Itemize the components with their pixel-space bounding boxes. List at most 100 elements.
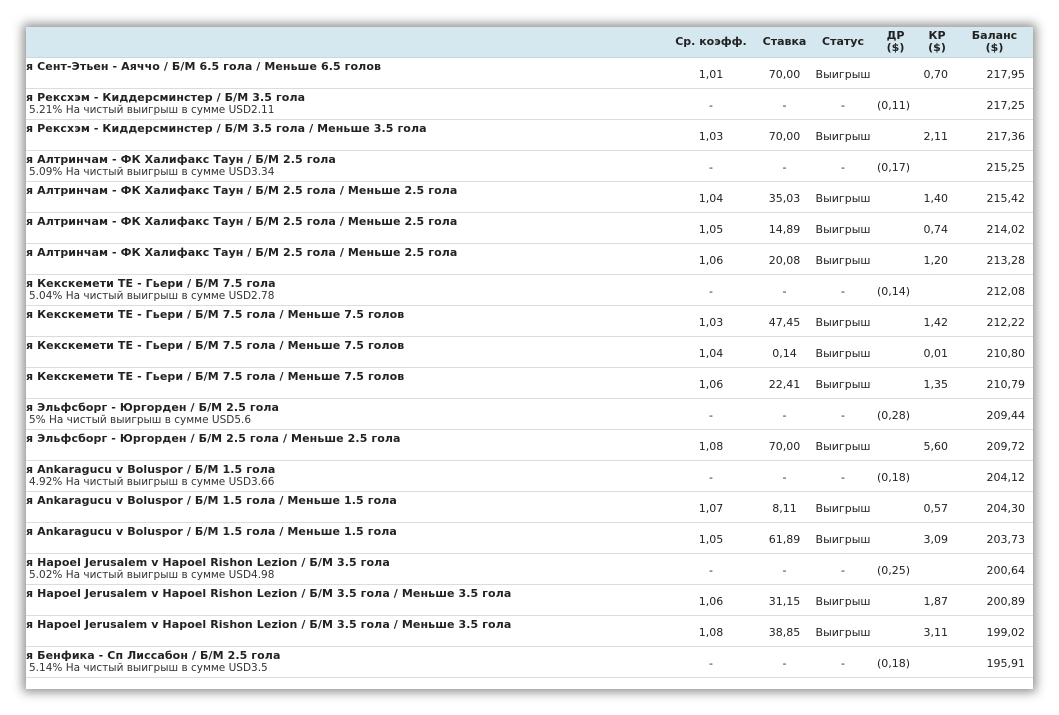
cell-balance: 195,91 (956, 646, 1033, 678)
cell-status: - (813, 274, 873, 306)
bet-title: я Алтринчам - ФК Халифакс Таун / Б/М 2.5… (26, 153, 336, 166)
cell-kr: 0,70 (918, 57, 956, 89)
cell-odds: 1,06 (666, 367, 756, 399)
header-dr[interactable]: ДР ($) (873, 27, 918, 58)
bet-description: я Сент-Этьен - Аяччо / Б/М 6.5 гола / Ме… (26, 57, 666, 89)
bet-title: я Hapoel Jerusalem v Hapoel Rishon Lezio… (26, 618, 512, 631)
cell-odds: 1,01 (666, 57, 756, 89)
bet-title: я Эльфсборг - Юргорден / Б/М 2.5 гола / … (26, 432, 401, 445)
cell-stake: - (756, 460, 813, 492)
cell-balance: 209,44 (956, 398, 1033, 430)
cell-status: - (813, 398, 873, 430)
table-row[interactable]: я Hapoel Jerusalem v Hapoel Rishon Lezio… (26, 584, 1033, 616)
table-row[interactable]: я Hapoel Jerusalem v Hapoel Rishon Lezio… (26, 615, 1033, 647)
table-row[interactable]: я Алтринчам - ФК Халифакс Таун / Б/М 2.5… (26, 181, 1033, 213)
cell-odds: 1,04 (666, 336, 756, 368)
cell-kr: 0,74 (918, 212, 956, 244)
table-row[interactable]: я Рексхэм - Киддерсминстер / Б/М 3.5 гол… (26, 88, 1033, 120)
cell-stake: 22,41 (756, 367, 813, 399)
header-status[interactable]: Статус (813, 27, 873, 58)
table-row[interactable]: я Кекскемети ТЕ - Гьери / Б/М 7.5 гола 5.… (26, 274, 1033, 306)
cell-dr (873, 57, 918, 89)
cell-balance: 209,72 (956, 429, 1033, 461)
cell-dr: (0,17) (873, 150, 918, 182)
bet-subtitle: 4.92% На чистый выигрыш в сумме USD3.66 (29, 476, 275, 488)
table-row[interactable]: я Эльфсборг - Юргорден / Б/М 2.5 гола 5% … (26, 398, 1033, 430)
table-row[interactable]: я Ankaragucu v Boluspor / Б/М 1.5 гола 4.… (26, 460, 1033, 492)
table-row[interactable]: я Ankaragucu v Boluspor / Б/М 1.5 гола /… (26, 522, 1033, 554)
bet-title: я Эльфсборг - Юргорден / Б/М 2.5 гола (26, 401, 280, 414)
table-row[interactable]: я Бенфика - Сп Лиссабон / Б/М 2.5 гола 5.… (26, 646, 1033, 678)
cell-odds: 1,06 (666, 584, 756, 616)
table-row[interactable]: я Кекскемети ТЕ - Гьери / Б/М 7.5 гола /… (26, 336, 1033, 368)
cell-stake: - (756, 88, 813, 120)
cell-stake: 70,00 (756, 119, 813, 151)
table-row[interactable]: я Алтринчам - ФК Халифакс Таун / Б/М 2.5… (26, 243, 1033, 275)
cell-kr: 1,35 (918, 367, 956, 399)
header-balance[interactable]: Баланс ($) (956, 27, 1033, 58)
bet-description: я Кекскемети ТЕ - Гьери / Б/М 7.5 гола /… (26, 336, 666, 368)
header-kr[interactable]: КР ($) (918, 27, 956, 58)
bet-description: я Эльфсборг - Юргорден / Б/М 2.5 гола / … (26, 429, 666, 461)
cell-balance: 217,25 (956, 88, 1033, 120)
cell-stake: 8,11 (756, 491, 813, 523)
cell-kr (918, 553, 956, 585)
cell-stake: 31,15 (756, 584, 813, 616)
bet-description: я Кекскемети ТЕ - Гьери / Б/М 7.5 гола /… (26, 367, 666, 399)
cell-stake: - (756, 646, 813, 678)
table-row[interactable]: я Эльфсборг - Юргорден / Б/М 2.5 гола / … (26, 429, 1033, 461)
bet-description: я Ankaragucu v Boluspor / Б/М 1.5 гола /… (26, 491, 666, 523)
cell-kr (918, 646, 956, 678)
cell-dr (873, 491, 918, 523)
cell-odds: - (666, 150, 756, 182)
table-row[interactable]: я Алтринчам - ФК Халифакс Таун / Б/М 2.5… (26, 212, 1033, 244)
cell-dr: (0,14) (873, 274, 918, 306)
cell-balance: 200,64 (956, 553, 1033, 585)
cell-status: - (813, 460, 873, 492)
cell-balance: 217,95 (956, 57, 1033, 89)
cell-balance: 204,12 (956, 460, 1033, 492)
table-row[interactable]: я Сент-Этьен - Аяччо / Б/М 6.5 гола / Ме… (26, 57, 1033, 89)
table-row[interactable]: я Кекскемети ТЕ - Гьери / Б/М 7.5 гола /… (26, 305, 1033, 337)
bet-title: я Бенфика - Сп Лиссабон / Б/М 2.5 гола (26, 649, 281, 662)
cell-odds: - (666, 398, 756, 430)
cell-status: - (813, 88, 873, 120)
cell-balance: 217,36 (956, 119, 1033, 151)
table-row[interactable]: я Hapoel Jerusalem v Hapoel Rishon Lezio… (26, 553, 1033, 585)
bet-description: я Алтринчам - ФК Халифакс Таун / Б/М 2.5… (26, 150, 666, 182)
table-row[interactable]: я Ankaragucu v Boluspor / Б/М 1.5 гола /… (26, 491, 1033, 523)
cell-balance: 212,08 (956, 274, 1033, 306)
cell-balance: 214,02 (956, 212, 1033, 244)
header-stake[interactable]: Ставка (756, 27, 813, 58)
table-row[interactable]: я Рексхэм - Киддерсминстер / Б/М 3.5 гол… (26, 119, 1033, 151)
cell-kr (918, 460, 956, 492)
cell-odds: 1,04 (666, 181, 756, 213)
cell-kr: 1,87 (918, 584, 956, 616)
cell-dr (873, 429, 918, 461)
cell-odds: - (666, 460, 756, 492)
bet-description: я Алтринчам - ФК Халифакс Таун / Б/М 2.5… (26, 243, 666, 275)
cell-stake: 35,03 (756, 181, 813, 213)
bet-description: я Кекскемети ТЕ - Гьери / Б/М 7.5 гола /… (26, 305, 666, 337)
bet-description: я Алтринчам - ФК Халифакс Таун / Б/М 2.5… (26, 212, 666, 244)
bet-description: я Алтринчам - ФК Халифакс Таун / Б/М 2.5… (26, 181, 666, 213)
cell-kr: 5,60 (918, 429, 956, 461)
cell-balance: 212,22 (956, 305, 1033, 337)
cell-balance: 204,30 (956, 491, 1033, 523)
table-row[interactable]: я Алтринчам - ФК Халифакс Таун / Б/М 2.5… (26, 150, 1033, 182)
bet-title: я Кекскемети ТЕ - Гьери / Б/М 7.5 гола (26, 277, 276, 290)
header-odds[interactable]: Ср. коэфф. (666, 27, 756, 58)
bet-title: я Кекскемети ТЕ - Гьери / Б/М 7.5 гола /… (26, 339, 405, 352)
cell-dr: (0,11) (873, 88, 918, 120)
cell-stake: 61,89 (756, 522, 813, 554)
bet-description: я Рексхэм - Киддерсминстер / Б/М 3.5 гол… (26, 88, 666, 120)
cell-odds: 1,08 (666, 429, 756, 461)
bet-title: я Кекскемети ТЕ - Гьери / Б/М 7.5 гола /… (26, 370, 405, 383)
bet-title: я Алтринчам - ФК Халифакс Таун / Б/М 2.5… (26, 184, 458, 197)
cell-kr (918, 88, 956, 120)
bet-title: я Сент-Этьен - Аяччо / Б/М 6.5 гола / Ме… (26, 60, 382, 73)
table-row[interactable]: я Кекскемети ТЕ - Гьери / Б/М 7.5 гола /… (26, 367, 1033, 399)
cell-status: Выигрыш (813, 243, 873, 275)
cell-balance: 213,28 (956, 243, 1033, 275)
cell-balance: 215,42 (956, 181, 1033, 213)
